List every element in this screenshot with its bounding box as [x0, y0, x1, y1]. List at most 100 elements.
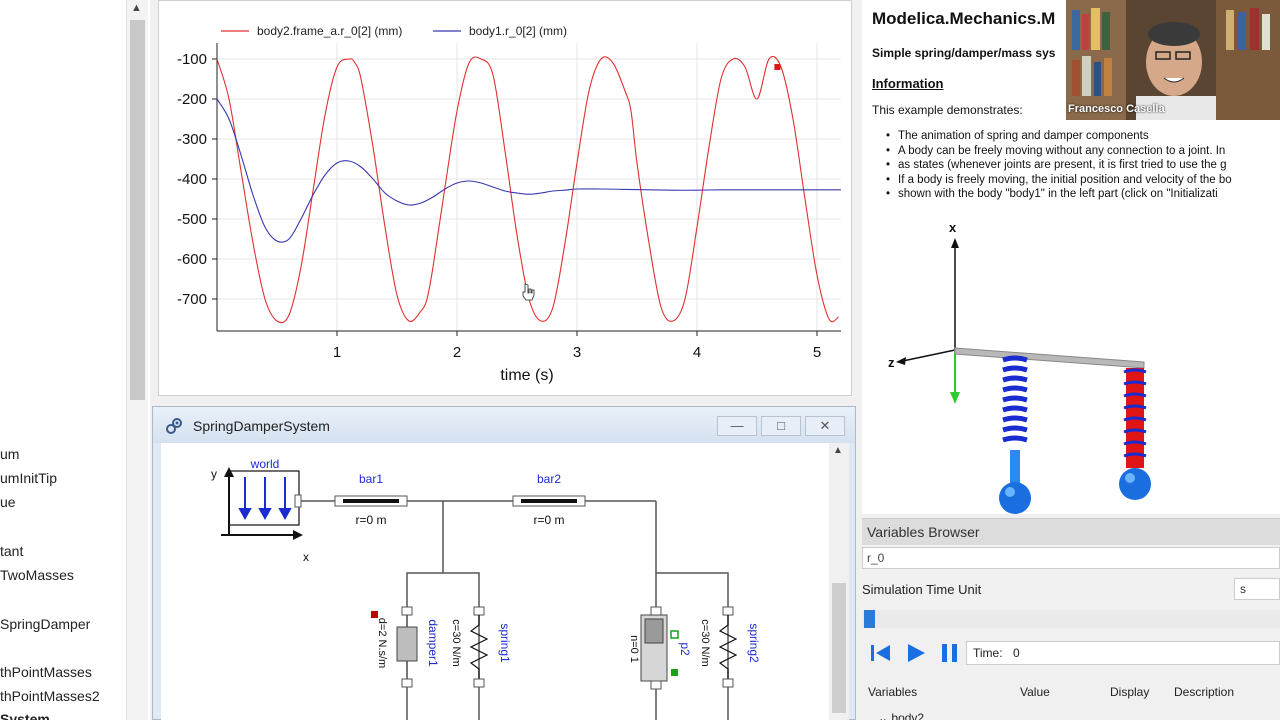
doc-subtitle: Simple spring/damper/mass sys — [872, 46, 1056, 60]
x-axis-label: time (s) — [500, 367, 553, 384]
variable-tree-row[interactable]: ⌄ body2 — [878, 711, 924, 720]
bar1-label: bar1 — [359, 472, 383, 486]
damper1-param: d=2 N.s/m — [376, 618, 388, 668]
presenter-name: Francesco Casella — [1068, 103, 1165, 115]
line-chart: -100 -200 -300 -400 -500 -600 -700 1 2 3 4 5 body2.… — [177, 24, 841, 384]
doc-bullet: A body can be freely moving without any … — [886, 144, 1280, 159]
doc-title: Modelica.Mechanics.M — [872, 9, 1056, 28]
data-point-marker[interactable] — [774, 64, 781, 70]
package-browser: um umInitTip ue tant TwoMasses SpringDam… — [0, 0, 150, 720]
pause-icon[interactable] — [936, 639, 964, 667]
scroll-up-icon[interactable]: ▲ — [833, 445, 843, 456]
bar1-component[interactable]: bar1 r=0 m — [334, 472, 408, 527]
window-title: SpringDamperSystem — [193, 418, 330, 434]
presenter-video-frame — [1066, 0, 1280, 120]
time-value[interactable]: 0 — [1013, 646, 1020, 660]
spring2-component[interactable]: c=30 N/m spring2 — [699, 606, 761, 688]
damper1-component[interactable]: d=2 N.s/m damper1 — [371, 606, 440, 688]
connection-lines — [301, 500, 729, 720]
app-root: um umInitTip ue tant TwoMasses SpringDam… — [0, 0, 1280, 720]
doc-intro: This example demonstrates: — [872, 103, 1023, 117]
column-header-display[interactable]: Display — [1110, 685, 1149, 699]
y-tick-label: -300 — [177, 131, 207, 148]
play-icon[interactable] — [902, 639, 930, 667]
p2-param: n=0 1 — [628, 635, 640, 663]
variables-browser-header[interactable]: Variables Browser — [862, 519, 1280, 545]
anim-axis-z: z — [888, 355, 895, 370]
time-unit-label: Simulation Time Unit — [862, 582, 982, 597]
world-component[interactable]: world y x — [211, 457, 309, 564]
doc-bullet: The animation of spring and damper compo… — [886, 129, 1280, 144]
spring1-param: c=30 N/m — [450, 619, 462, 666]
y-tick-label: -400 — [177, 171, 207, 188]
plot-window: -100 -200 -300 -400 -500 -600 -700 1 2 3 4 5 body2.… — [158, 0, 852, 396]
legend-label[interactable]: body1.r_0[2] (mm) — [469, 24, 567, 38]
tree-item[interactable]: tant — [0, 543, 23, 559]
world-axis-x: x — [303, 550, 309, 564]
diagram-window: SpringDamperSystem — □ ✕ world y x bar1 … — [152, 406, 856, 720]
spring1-component[interactable]: c=30 N/m spring1 — [450, 606, 512, 688]
animation-image: x z — [888, 220, 1151, 514]
bar2-label: bar2 — [537, 472, 561, 486]
doc-bullet: If a body is freely moving, the initial … — [886, 173, 1280, 188]
doc-bullets: The animation of spring and damper compo… — [886, 129, 1280, 202]
diagram-scrollbar[interactable]: ▲ — [829, 443, 849, 720]
time-unit-select[interactable]: s — [1234, 578, 1280, 600]
legend-label[interactable]: body2.frame_a.r_0[2] (mm) — [257, 24, 402, 38]
time-field[interactable]: Time: 0 — [966, 641, 1280, 665]
tree-scrollbar[interactable]: ▲ — [126, 0, 148, 720]
blue-spring — [999, 355, 1031, 514]
time-slider-handle[interactable] — [864, 610, 875, 628]
tree-item-selected[interactable]: System — [0, 711, 50, 720]
scrollbar-thumb[interactable] — [832, 583, 846, 713]
scroll-up-icon[interactable]: ▲ — [131, 2, 142, 14]
time-label: Time: — [973, 646, 1003, 660]
x-tick-label: 4 — [693, 344, 701, 361]
variables-browser-title: Variables Browser — [867, 524, 980, 540]
spring1-label: spring1 — [498, 623, 512, 663]
bar1-param: r=0 m — [355, 513, 386, 527]
x-tick-label: 3 — [573, 344, 581, 361]
maximize-button[interactable]: □ — [761, 416, 801, 436]
variable-filter-input[interactable] — [862, 547, 1280, 569]
tree-item[interactable]: SpringDamper — [0, 616, 90, 632]
doc-bullet-continuation: as states (whenever joints are present, … — [886, 158, 1280, 173]
column-header-value[interactable]: Value — [1020, 685, 1050, 699]
column-header-description[interactable]: Description — [1174, 685, 1234, 699]
y-tick-label: -100 — [177, 51, 207, 68]
world-label: world — [250, 457, 280, 471]
model-diagram: world y x bar1 r=0 m bar2 r=0 m d=2 N.s/… — [211, 457, 761, 720]
doc-heading: Information — [872, 76, 944, 91]
tree-item[interactable]: umInitTip — [0, 470, 57, 486]
tree-item[interactable]: um — [0, 446, 19, 462]
tree-item[interactable]: TwoMasses — [0, 567, 74, 583]
tree-item[interactable]: thPointMasses2 — [0, 688, 100, 704]
time-slider[interactable] — [862, 610, 1280, 628]
hand-cursor-icon — [522, 283, 535, 301]
variables-browser: Variables Browser Simulation Time Unit s… — [862, 518, 1280, 720]
x-tick-label: 2 — [453, 344, 461, 361]
p2-label: p2 — [678, 642, 692, 656]
tree-item[interactable]: ue — [0, 494, 16, 510]
spring2-label: spring2 — [747, 623, 761, 663]
y-tick-label: -700 — [177, 291, 207, 308]
damper1-label: damper1 — [426, 619, 440, 667]
rewind-icon[interactable] — [866, 639, 894, 667]
y-tick-label: -200 — [177, 91, 207, 108]
window-titlebar[interactable]: SpringDamperSystem — □ ✕ — [153, 407, 855, 443]
series-line-2[interactable] — [216, 98, 841, 243]
column-header-variables[interactable]: Variables — [868, 685, 917, 699]
close-button[interactable]: ✕ — [805, 416, 845, 436]
webcam-video: Francesco Casella — [1066, 0, 1280, 120]
scrollbar-thumb[interactable] — [130, 20, 145, 400]
tree-item[interactable]: thPointMasses — [0, 664, 92, 680]
bar2-component[interactable]: bar2 r=0 m — [512, 472, 586, 527]
diagram-canvas[interactable]: world y x bar1 r=0 m bar2 r=0 m d=2 N.s/… — [161, 443, 849, 720]
bar2-param: r=0 m — [533, 513, 564, 527]
y-tick-label: -500 — [177, 211, 207, 228]
model-icon — [166, 418, 182, 434]
red-spring — [1119, 368, 1151, 500]
world-axis-y: y — [211, 467, 217, 481]
p2-component[interactable]: n=0 1 p2 — [628, 606, 692, 690]
minimize-button[interactable]: — — [717, 416, 757, 436]
